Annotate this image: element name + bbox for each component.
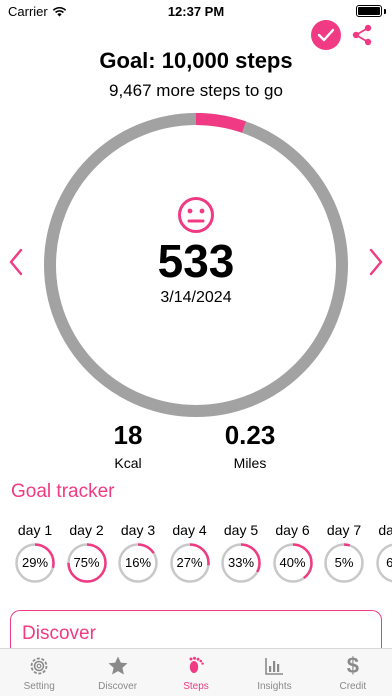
dollar-icon: $ [346, 653, 359, 678]
day-progress-ring: 33% [220, 542, 262, 584]
neutral-face-icon [178, 197, 214, 233]
tab-setting-label: Setting [23, 681, 55, 692]
day-item[interactable]: day 3 16% [116, 522, 160, 584]
battery-tip [384, 9, 386, 14]
miles-stat: 0.23 Miles [210, 420, 290, 471]
day-progress-ring: 27% [169, 542, 211, 584]
miles-label: Miles [233, 455, 267, 471]
tab-insights[interactable]: Insights [235, 649, 313, 696]
kcal-stat: 18 Kcal [98, 420, 158, 471]
day-label: day 8 [378, 522, 392, 538]
previous-day-button[interactable] [6, 246, 26, 278]
footprints-icon [184, 654, 208, 678]
day-percent: 40% [279, 555, 306, 570]
day-item[interactable]: day 2 75% [65, 522, 109, 584]
day-progress-ring: 6% [375, 542, 392, 584]
goal-tracker-title: Goal tracker [11, 481, 115, 502]
steps-remaining: 9,467 more steps to go [109, 81, 283, 100]
tab-steps-label: Steps [183, 681, 209, 692]
tab-bar: Setting Discover Steps Insights $ Credit [0, 648, 392, 696]
gear-icon [27, 654, 51, 678]
day-progress-ring: 75% [66, 542, 108, 584]
day-percent: 75% [73, 555, 100, 570]
tab-insights-label: Insights [257, 681, 292, 692]
day-label: day 5 [223, 522, 259, 538]
day-item[interactable]: day 1 29% [13, 522, 57, 584]
next-day-button[interactable] [366, 246, 386, 278]
day-item[interactable]: day 7 5% [322, 522, 366, 584]
miles-value: 0.23 [224, 420, 276, 450]
day-progress-ring: 40% [272, 542, 314, 584]
tab-credit-label: Credit [339, 681, 367, 692]
day-percent: 5% [334, 555, 354, 570]
day-percent: 29% [21, 555, 49, 570]
day-percent: 16% [124, 555, 152, 570]
day-label: day 2 [69, 522, 104, 538]
kcal-label: Kcal [114, 455, 142, 471]
status-bar: Carrier 12:37 PM [0, 0, 392, 22]
step-count: 533 [157, 235, 235, 287]
day-label: day 1 [17, 522, 53, 538]
day-progress-ring: 29% [14, 542, 56, 584]
step-date: 3/14/2024 [160, 289, 232, 306]
day-label: day 7 [326, 522, 362, 538]
day-item[interactable]: day 4 27% [168, 522, 212, 584]
day-percent: 6% [386, 555, 392, 570]
day-item[interactable]: day 6 40% [271, 522, 315, 584]
status-time: 12:37 PM [167, 4, 225, 19]
share-button[interactable] [349, 22, 375, 48]
star-icon [106, 654, 130, 678]
tab-credit[interactable]: $ Credit [314, 649, 392, 696]
tab-discover-label: Discover [98, 681, 138, 692]
checkmark-icon [317, 28, 335, 42]
day-percent: 27% [176, 555, 203, 570]
share-icon [352, 24, 372, 46]
day-label: day 6 [275, 522, 310, 538]
kcal-value: 18 [113, 420, 143, 450]
battery-icon [356, 5, 382, 17]
day-label: day 3 [120, 522, 156, 538]
tab-discover[interactable]: Discover [78, 649, 156, 696]
tab-setting[interactable]: Setting [0, 649, 78, 696]
day-item[interactable]: day 8 6% [374, 522, 392, 584]
day-progress-ring: 5% [323, 542, 365, 584]
bar-chart-icon [262, 654, 286, 678]
goal-title: Goal: 10,000 steps [99, 48, 293, 73]
goal-tracker-days[interactable]: day 1 29% day 2 75% day 3 16% day 4 27% day 5 33%… [0, 522, 392, 588]
discover-title: Discover [22, 623, 96, 644]
day-label: day 4 [172, 522, 207, 538]
day-percent: 33% [227, 555, 255, 570]
day-progress-ring: 16% [117, 542, 159, 584]
tab-steps[interactable]: Steps [157, 649, 235, 696]
complete-check-button[interactable] [311, 20, 341, 50]
day-item[interactable]: day 5 33% [219, 522, 263, 584]
